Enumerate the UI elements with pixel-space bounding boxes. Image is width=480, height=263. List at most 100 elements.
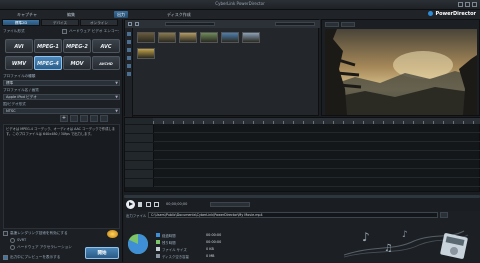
title-room-icon[interactable] bbox=[127, 56, 131, 60]
output-file-label: 出力ファイル名 bbox=[126, 214, 146, 218]
hw-encoder-option[interactable]: ハードウェア ビデオ エンコーダー bbox=[62, 29, 120, 35]
track-effect[interactable] bbox=[125, 143, 480, 151]
close-icon[interactable] bbox=[472, 2, 477, 7]
hw-encoder-checkbox[interactable] bbox=[62, 29, 67, 34]
produce-panel: 標準2D デバイス オンライン ファイル形式 ハードウェア ビデオ エンコーダー… bbox=[0, 19, 123, 262]
ruler-tick bbox=[243, 121, 244, 124]
hw-accel-radio[interactable] bbox=[10, 245, 15, 250]
info-profile-icon[interactable] bbox=[80, 115, 88, 122]
profile-type-select[interactable]: 標準 ▼ bbox=[3, 80, 120, 86]
tab-disc[interactable]: ディスク作成 bbox=[164, 11, 194, 18]
svrt-radio[interactable] bbox=[10, 238, 15, 243]
track-audio-2[interactable] bbox=[125, 161, 480, 169]
tab-produce[interactable]: 出力 bbox=[114, 11, 128, 18]
preview-checkbox[interactable] bbox=[3, 255, 8, 260]
profile-description: ビデオは MPEG-4 コーデック、オーディオは AAC コーデックで作成します… bbox=[3, 124, 120, 229]
format-wmv-button[interactable]: WMV bbox=[5, 56, 33, 70]
track-header-audio-2[interactable] bbox=[125, 161, 154, 169]
track-audio-1[interactable] bbox=[125, 134, 480, 142]
country-value: NTSC bbox=[6, 109, 16, 113]
track-header-video-1[interactable] bbox=[125, 125, 154, 133]
library-thumbnail[interactable] bbox=[242, 32, 260, 43]
ruler-tick bbox=[333, 121, 334, 124]
fast-render-option[interactable]: 高速レンダリング技術を有効にする bbox=[3, 230, 120, 238]
tab-edit[interactable]: 編集 bbox=[64, 11, 78, 18]
track-header-title[interactable] bbox=[125, 170, 154, 178]
hw-encoder-label: ハードウェア ビデオ エンコーダー bbox=[69, 29, 119, 33]
produce-info: 出力ファイル名 C:\Users\Public\Documents\CyberL… bbox=[124, 211, 480, 262]
subtab-standard[interactable]: 標準2D bbox=[2, 19, 40, 26]
format-mpeg1-button[interactable]: MPEG-1 bbox=[34, 39, 62, 53]
track-header-audio-1[interactable] bbox=[125, 134, 154, 142]
play-button[interactable] bbox=[126, 200, 135, 209]
track-video-1[interactable] bbox=[125, 125, 480, 133]
fast-render-checkbox[interactable] bbox=[3, 231, 8, 236]
library-filter-select[interactable] bbox=[165, 22, 215, 26]
effect-room-icon[interactable] bbox=[127, 40, 131, 44]
format-section-label: ファイル形式 bbox=[3, 29, 25, 33]
import-icon[interactable] bbox=[128, 22, 132, 26]
folder-icon[interactable] bbox=[135, 22, 139, 26]
timeline-ruler[interactable] bbox=[153, 118, 480, 124]
svrt-option[interactable]: SVRT bbox=[10, 238, 110, 244]
track-header-effect[interactable] bbox=[125, 143, 154, 151]
clip-mode-button[interactable] bbox=[325, 22, 339, 27]
info-value: 0 MB bbox=[206, 254, 215, 258]
format-avchd-button[interactable]: AVCHD bbox=[92, 56, 120, 70]
start-produce-button[interactable]: 開始 bbox=[85, 247, 119, 259]
track-video-2[interactable] bbox=[125, 152, 480, 160]
library-thumbnail[interactable] bbox=[137, 32, 155, 43]
format-avc-button[interactable]: AVC bbox=[92, 39, 120, 53]
audio-room-icon[interactable] bbox=[127, 72, 131, 76]
transition-room-icon[interactable] bbox=[127, 64, 131, 68]
delete-profile-icon[interactable] bbox=[90, 115, 98, 122]
prev-frame-icon[interactable] bbox=[146, 202, 151, 207]
format-mpeg2-button[interactable]: MPEG-2 bbox=[63, 39, 91, 53]
volume-slider[interactable] bbox=[210, 202, 250, 207]
edit-profile-icon[interactable] bbox=[70, 115, 78, 122]
gear-icon[interactable] bbox=[100, 115, 108, 122]
subtab-device[interactable]: デバイス bbox=[41, 19, 79, 26]
timeline bbox=[124, 117, 480, 192]
timecode-display: 00;00;00;00 bbox=[166, 202, 188, 206]
tab-capture[interactable]: キャプチャ bbox=[14, 11, 40, 18]
ruler-tick bbox=[213, 121, 214, 124]
disk-space-pie bbox=[128, 234, 148, 254]
ruler-tick bbox=[463, 121, 464, 124]
profile-name-select[interactable]: Apple iPod ビデオ ▼ bbox=[3, 94, 120, 100]
stop-icon[interactable] bbox=[138, 202, 142, 207]
minimize-icon[interactable] bbox=[458, 2, 463, 7]
ruler-tick bbox=[253, 121, 254, 124]
add-profile-icon[interactable]: + bbox=[60, 115, 68, 122]
ruler-tick bbox=[473, 121, 474, 124]
format-avi-button[interactable]: AVI bbox=[5, 39, 33, 53]
library-thumbnail[interactable] bbox=[137, 48, 155, 59]
ruler-tick bbox=[353, 121, 354, 124]
media-room-icon[interactable] bbox=[127, 32, 131, 36]
ruler-tick bbox=[403, 121, 404, 124]
library-search-input[interactable] bbox=[275, 22, 315, 26]
library-thumbnail[interactable] bbox=[158, 32, 176, 43]
movie-mode-button[interactable] bbox=[341, 22, 355, 27]
legend-swatch bbox=[156, 233, 160, 237]
pip-room-icon[interactable] bbox=[127, 48, 131, 52]
subtab-online[interactable]: オンライン bbox=[80, 19, 118, 26]
country-select[interactable]: NTSC ▼ bbox=[3, 108, 120, 114]
library-thumbnail[interactable] bbox=[179, 32, 197, 43]
track-voice[interactable] bbox=[125, 179, 480, 187]
format-mov-button[interactable]: MOV bbox=[63, 56, 91, 70]
preview-toolbar bbox=[325, 21, 477, 28]
track-header-video-2[interactable] bbox=[125, 152, 154, 160]
track-title[interactable] bbox=[125, 170, 480, 178]
output-file-input[interactable]: C:\Users\Public\Documents\CyberLink\Powe… bbox=[148, 212, 438, 218]
ruler-tick bbox=[153, 121, 154, 124]
library-thumbnail[interactable] bbox=[221, 32, 239, 43]
browse-folder-icon[interactable] bbox=[440, 212, 448, 218]
format-mpeg4-button[interactable]: MPEG-4 bbox=[34, 56, 62, 70]
maximize-icon[interactable] bbox=[465, 2, 470, 7]
library-thumbnail[interactable] bbox=[200, 32, 218, 43]
next-frame-icon[interactable] bbox=[154, 202, 159, 207]
track-header-voice[interactable] bbox=[125, 179, 154, 187]
preview-window bbox=[321, 19, 480, 116]
start-produce-label: 開始 bbox=[97, 251, 107, 256]
